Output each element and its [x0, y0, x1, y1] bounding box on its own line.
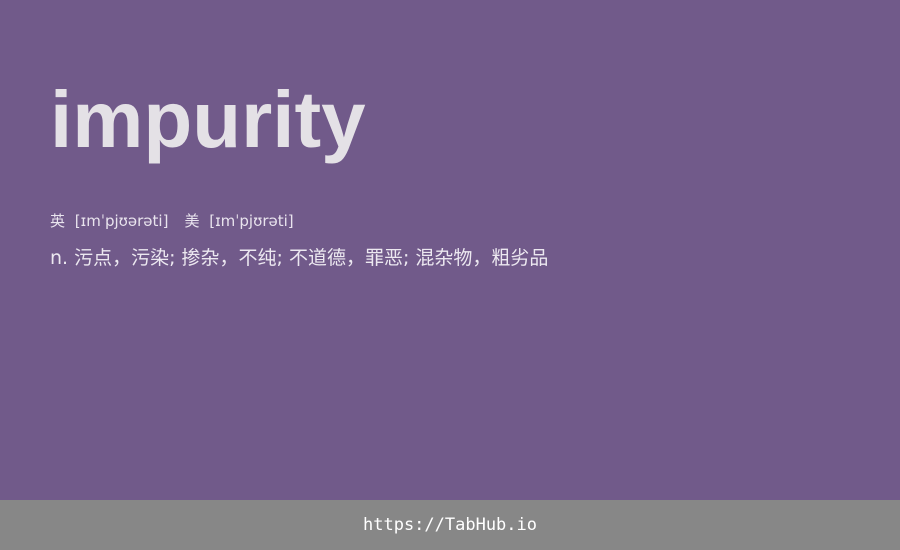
pronunciation-us: 美 [ɪmˈpjʊrəti]: [184, 210, 293, 231]
definition-text: 污点，污染; 掺杂，不纯; 不道德，罪恶; 混杂物，粗劣品: [74, 247, 549, 269]
footer-bar: https://TabHub.io: [0, 500, 900, 550]
definition: n. 污点，污染; 掺杂，不纯; 不道德，罪恶; 混杂物，粗劣品: [50, 245, 850, 271]
us-ipa: [ɪmˈpjʊrəti]: [209, 212, 294, 230]
pronunciation-row: 英 [ɪmˈpjʊərəti] 美 [ɪmˈpjʊrəti]: [50, 210, 850, 231]
word-card: impurity 英 [ɪmˈpjʊərəti] 美 [ɪmˈpjʊrəti] …: [0, 0, 900, 550]
part-of-speech: n.: [50, 247, 69, 269]
pronunciation-uk: 英 [ɪmˈpjʊərəti]: [50, 210, 168, 231]
uk-label: 英: [50, 212, 66, 230]
headword: impurity: [50, 75, 366, 164]
tabhub-link[interactable]: https://TabHub.io: [363, 515, 537, 535]
uk-ipa: [ɪmˈpjʊərəti]: [74, 212, 169, 230]
us-label: 美: [184, 212, 200, 230]
word-entry: impurity 英 [ɪmˈpjʊərəti] 美 [ɪmˈpjʊrəti] …: [50, 72, 850, 271]
